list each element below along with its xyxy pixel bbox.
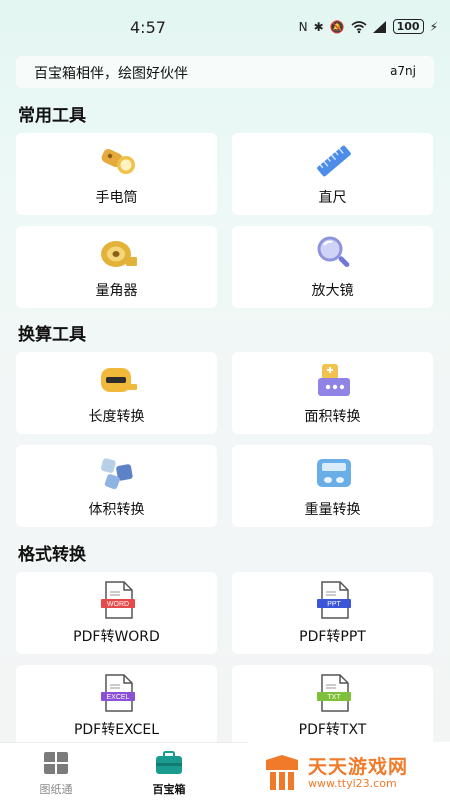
tool-card-pdf-to-excel[interactable]: EXCEL PDF转EXCEL <box>16 665 217 747</box>
slogan-banner: 百宝箱相伴，绘图好伙伴 a7nj <box>16 56 434 88</box>
file-badge-excel: EXCEL <box>107 694 130 701</box>
tool-card-ruler[interactable]: 直尺 <box>232 133 433 215</box>
tool-card-area-conversion[interactable]: 面积转换 <box>232 352 433 434</box>
area-calculator-icon <box>318 364 350 396</box>
word-file-icon: WORD <box>101 581 135 619</box>
section-title-format-conversion: 格式转换 <box>18 545 86 565</box>
tab-label: 百宝箱 <box>152 783 186 796</box>
tool-label: 手电筒 <box>95 190 138 206</box>
ppt-file-icon: PPT <box>317 581 351 619</box>
banner-code: a7nj <box>390 64 416 78</box>
tool-card-magnifier[interactable]: 放大镜 <box>232 226 433 308</box>
nfc-icon: N <box>298 19 308 34</box>
wifi-icon <box>351 20 367 33</box>
file-badge-ppt: PPT <box>327 601 341 608</box>
tool-label: PDF转EXCEL <box>73 722 160 738</box>
signal-icon <box>372 20 386 33</box>
status-time: 4:57 <box>130 18 166 37</box>
file-badge-word: WORD <box>107 601 129 608</box>
tool-card-pdf-to-txt[interactable]: TXT PDF转TXT <box>232 665 433 747</box>
banner-slogan: 百宝箱相伴，绘图好伙伴 <box>34 66 188 82</box>
tool-label: 放大镜 <box>311 283 354 299</box>
tool-label: 量角器 <box>95 283 138 299</box>
status-icons: N ✱ 🔕 100 ⚡ <box>299 19 438 34</box>
excel-file-icon: EXCEL <box>101 674 135 712</box>
cubes-icon <box>101 458 133 490</box>
watermark: 天天游戏网 www.ttyl23.com <box>248 742 450 800</box>
tool-label: 直尺 <box>318 190 347 206</box>
tab-label: 图纸通 <box>39 783 73 796</box>
tool-label: PDF转PPT <box>299 629 366 645</box>
magnifier-icon <box>317 236 350 268</box>
tab-toolbox[interactable]: 百宝箱 <box>139 751 199 797</box>
tool-label: 长度转换 <box>88 409 145 425</box>
section-title-common-tools: 常用工具 <box>18 106 86 126</box>
watermark-logo <box>266 755 298 790</box>
drawing-board-icon <box>44 752 68 774</box>
tool-card-weight-conversion[interactable]: 重量转换 <box>232 445 433 527</box>
status-bar: 4:57 N ✱ 🔕 100 ⚡ <box>0 0 450 52</box>
tool-label: 体积转换 <box>88 502 145 518</box>
tool-card-flashlight[interactable]: 手电筒 <box>16 133 217 215</box>
tape-measure-icon <box>101 241 137 267</box>
txt-file-icon: TXT <box>317 674 351 712</box>
tool-card-pdf-to-word[interactable]: WORD PDF转WORD <box>16 572 217 654</box>
ruler-icon <box>317 145 351 177</box>
tool-label: 面积转换 <box>304 409 361 425</box>
tab-drawings[interactable]: 图纸通 <box>26 751 86 797</box>
mute-icon: 🔕 <box>329 19 345 34</box>
tape-length-icon <box>101 368 137 392</box>
watermark-brand: 天天游戏网 <box>308 756 409 778</box>
section-title-conversion-tools: 换算工具 <box>18 325 86 345</box>
tool-label: PDF转TXT <box>298 722 367 738</box>
flashlight-icon <box>101 149 135 174</box>
file-badge-txt: TXT <box>327 694 341 701</box>
tool-card-length-conversion[interactable]: 长度转换 <box>16 352 217 434</box>
charging-icon: ⚡ <box>429 19 438 34</box>
tool-label: 重量转换 <box>304 502 361 518</box>
tool-card-protractor[interactable]: 量角器 <box>16 226 217 308</box>
bluetooth-icon: ✱ <box>313 19 324 34</box>
tool-card-volume-conversion[interactable]: 体积转换 <box>16 445 217 527</box>
tool-card-pdf-to-ppt[interactable]: PPT PDF转PPT <box>232 572 433 654</box>
watermark-url: www.ttyl23.com <box>308 777 397 790</box>
scale-icon <box>317 459 351 487</box>
battery-indicator: 100 <box>392 19 424 34</box>
tool-label: PDF转WORD <box>73 629 160 645</box>
toolbox-icon <box>156 751 182 774</box>
